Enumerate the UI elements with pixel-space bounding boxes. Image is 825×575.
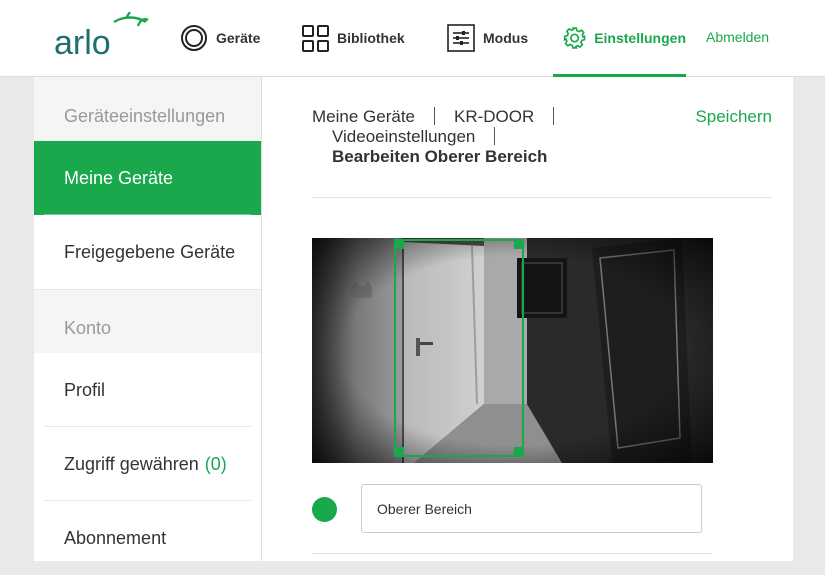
nav-settings-label: Einstellungen [594,30,686,46]
resize-handle-top-left[interactable] [394,239,404,249]
top-navigation: arlo Geräte Bibliothek Modus Einstellung… [0,0,825,77]
arlo-logo[interactable]: arlo [54,12,150,58]
camera-snapshot [312,238,713,463]
resize-handle-top-right[interactable] [514,239,524,249]
sidebar-item-my-devices[interactable]: Meine Geräte [34,141,261,215]
breadcrumb-my-devices[interactable]: Meine Geräte [312,107,415,127]
sidebar-item-subscription[interactable]: Abonnement [34,501,261,575]
gear-icon [563,27,586,49]
main-panel: Meine Geräte KR-DOOR Videoeinstellungen B… [262,77,793,561]
section-device-settings: Geräteeinstellungen [34,77,261,141]
logo-text: arlo [54,24,111,58]
breadcrumb-separator [434,107,435,125]
sidebar-item-label: Zugriff gewähren [64,453,199,474]
nav-library[interactable]: Bibliothek [302,0,405,76]
activity-zone-box[interactable] [394,239,524,457]
resize-handle-bottom-right[interactable] [514,447,524,457]
nav-mode[interactable]: Modus [447,0,528,76]
section-account: Konto [34,289,261,353]
nav-devices-label: Geräte [216,30,261,46]
sidebar-item-profile[interactable]: Profil [34,353,261,427]
breadcrumb-separator [553,107,555,125]
sidebar-item-label: Meine Geräte [64,167,174,188]
nav-settings[interactable]: Einstellungen [553,0,686,77]
zone-name-input[interactable] [361,484,702,533]
sidebar-item-label: Abonnement [64,527,167,548]
mode-sliders-icon [447,24,475,52]
nav-library-label: Bibliothek [337,30,405,46]
breadcrumb-current: Bearbeiten Oberer Bereich [332,147,548,166]
breadcrumb-separator [494,127,496,145]
devices-icon [181,25,207,51]
nav-mode-label: Modus [483,30,529,46]
zone-color-indicator [312,497,337,522]
breadcrumb: Meine Geräte KR-DOOR Videoeinstellungen B… [312,107,632,167]
sidebar-item-grant-access[interactable]: Zugriff gewähren (0) [34,427,261,501]
save-button[interactable]: Speichern [695,107,772,127]
grant-access-count: (0) [204,453,227,474]
header-divider [312,197,772,198]
sidebar-item-label: Profil [64,379,106,400]
sidebar-item-shared-devices[interactable]: Freigegebene Geräte [34,215,261,289]
breadcrumb-device[interactable]: KR-DOOR [454,107,534,127]
nav-devices[interactable]: Geräte [180,0,260,76]
logout-link[interactable]: Abmelden [706,29,769,45]
settings-sidebar: Geräteeinstellungen Meine Geräte Freigeg… [34,77,262,561]
sidebar-item-label: Freigegebene Geräte [64,241,236,262]
library-grid-icon [302,24,329,52]
section-divider [312,553,712,554]
breadcrumb-video-settings[interactable]: Videoeinstellungen [332,127,475,147]
resize-handle-bottom-left[interactable] [394,447,404,457]
